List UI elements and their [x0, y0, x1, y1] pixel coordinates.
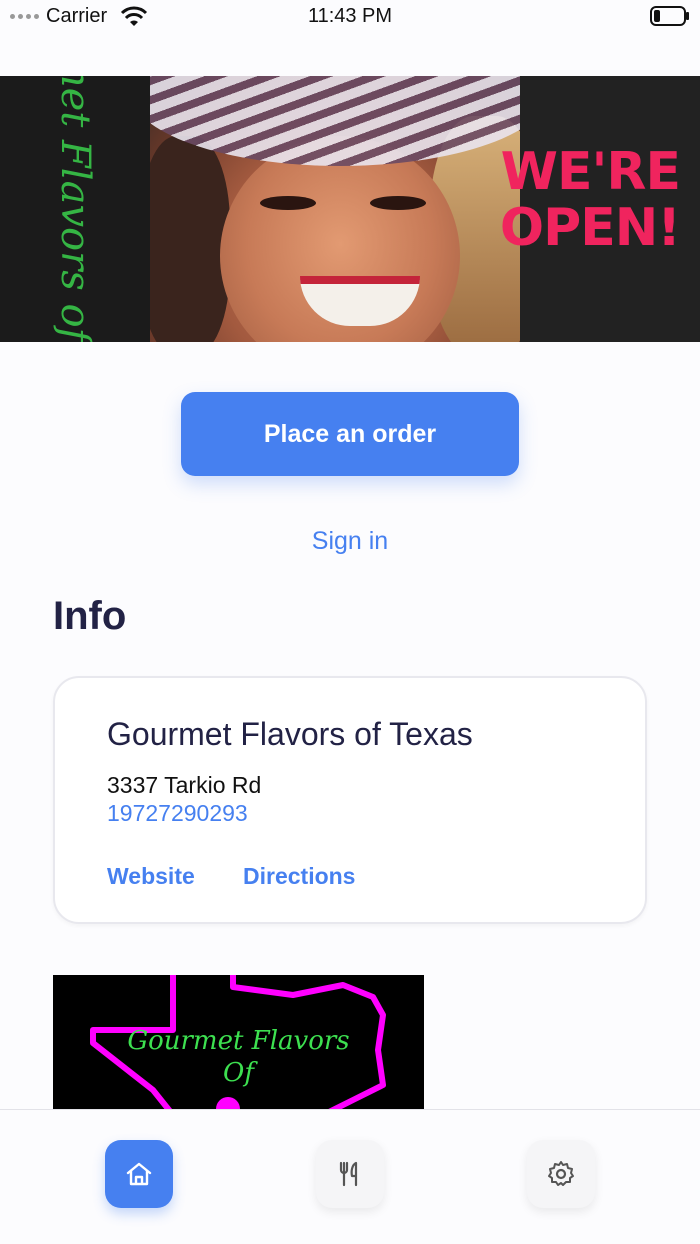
open-headline-line1: WE'RE	[500, 142, 681, 202]
bottom-tab-bar	[0, 1109, 700, 1244]
info-card: Gourmet Flavors of Texas 3337 Tarkio Rd …	[53, 676, 647, 924]
open-headline: WE'RE OPEN!	[499, 142, 681, 258]
directions-link[interactable]: Directions	[243, 863, 355, 890]
tab-menu[interactable]	[316, 1140, 384, 1208]
gear-icon	[548, 1161, 574, 1186]
logo-script-line1: Gourmet Flavors	[127, 1026, 350, 1056]
restaurant-phone-link[interactable]: 19727290293	[107, 800, 248, 827]
restaurant-address: 3337 Tarkio Rd	[107, 772, 262, 798]
info-heading: Info	[53, 594, 127, 638]
hero-script-panel: Gourmet Flavors of Texas	[0, 76, 150, 342]
home-icon	[126, 1162, 152, 1186]
logo-script-text: Gourmet Flavors Of	[53, 1025, 424, 1089]
tab-home[interactable]	[105, 1140, 173, 1208]
hero-script-text: Gourmet Flavors of Texas	[52, 76, 98, 342]
sign-in-link[interactable]: Sign in	[0, 527, 700, 556]
open-headline-line2: OPEN!	[499, 198, 681, 258]
restaurant-logo-image: Gourmet Flavors Of	[53, 975, 424, 1109]
battery-icon	[650, 6, 689, 26]
fork-knife-icon	[339, 1161, 358, 1187]
tab-settings[interactable]	[527, 1140, 595, 1208]
status-time: 11:43 PM	[307, 5, 393, 27]
logo-script-line2: Of	[223, 1058, 254, 1088]
restaurant-name: Gourmet Flavors of Texas	[107, 716, 473, 752]
hero-banner: Gourmet Flavors of Texas WE'RE OPEN!	[0, 76, 700, 342]
hero-photo	[150, 76, 520, 342]
website-link[interactable]: Website	[107, 863, 195, 890]
place-order-button[interactable]: Place an order	[181, 392, 519, 476]
status-bar: Carrier 11:43 PM	[0, 0, 700, 34]
